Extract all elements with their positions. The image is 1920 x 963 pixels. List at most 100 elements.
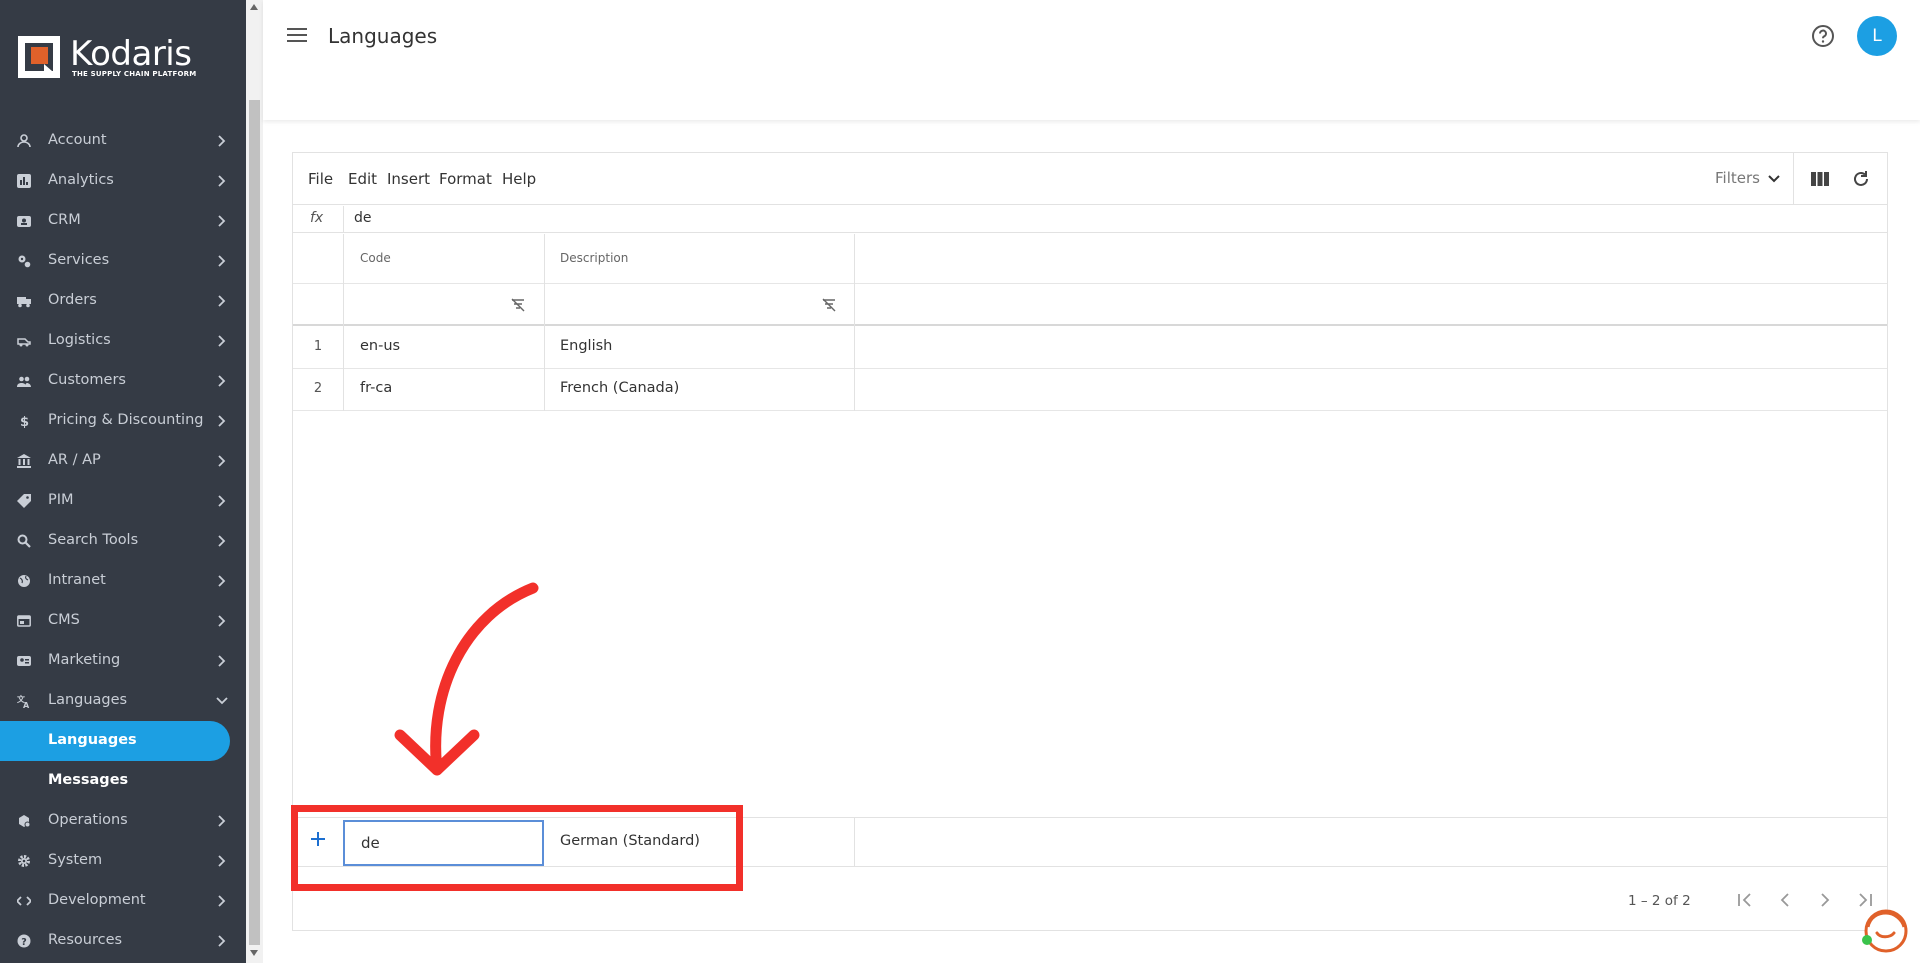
- cell-code[interactable]: fr-ca: [360, 380, 392, 396]
- sidebar-item-resources[interactable]: ? Resources: [0, 921, 246, 961]
- chevron-right-icon: [218, 175, 226, 187]
- people-icon: [17, 376, 31, 387]
- cms-icon: [17, 615, 31, 627]
- sidebar-item-label: AR / AP: [48, 452, 101, 468]
- sidebar-item-label: Pricing & Discounting: [48, 412, 204, 428]
- delivery-icon: [17, 338, 31, 347]
- annotation-highlight-box: [291, 805, 743, 891]
- cell-description[interactable]: French (Canada): [560, 380, 679, 396]
- sidebar-item-label: Account: [48, 132, 107, 148]
- marketing-icon: [17, 656, 31, 666]
- menu-format[interactable]: Format: [439, 170, 492, 188]
- sidebar-item-account[interactable]: Account: [0, 121, 246, 161]
- sidebar-item-label: Intranet: [48, 572, 106, 588]
- sidebar-subitem-languages[interactable]: Languages: [0, 721, 230, 761]
- help-circle-icon: ?: [17, 934, 31, 948]
- sidebar-item-analytics[interactable]: Analytics: [0, 161, 246, 201]
- page-title: Languages: [328, 24, 438, 48]
- sidebar-scrollbar[interactable]: [246, 0, 263, 963]
- sidebar-item-languages[interactable]: 文A Languages: [0, 681, 246, 721]
- sidebar-item-pim[interactable]: PIM: [0, 481, 246, 521]
- refresh-icon[interactable]: [1851, 169, 1871, 189]
- sidebar-item-marketing[interactable]: Marketing: [0, 641, 246, 681]
- sidebar-item-operations[interactable]: Operations: [0, 801, 246, 841]
- sidebar-subitem-label: Messages: [48, 772, 129, 788]
- kodaris-logo[interactable]: Kodaris THE SUPPLY CHAIN PLATFORM: [18, 34, 208, 80]
- sidebar-item-label: Search Tools: [48, 532, 139, 548]
- gear-icon: [18, 855, 30, 867]
- filter-off-icon[interactable]: [511, 298, 525, 312]
- menu-file[interactable]: File: [308, 170, 333, 188]
- sidebar-item-search-tools[interactable]: Search Tools: [0, 521, 246, 561]
- formula-label: fx: [310, 210, 324, 226]
- grid-menubar: File Edit Insert Format Help Filters: [293, 153, 1887, 205]
- menu-edit[interactable]: Edit: [348, 170, 377, 188]
- help-icon[interactable]: [1811, 24, 1835, 48]
- cell-description[interactable]: English: [560, 338, 612, 354]
- column-header-description[interactable]: Description: [560, 251, 628, 265]
- chevron-down-icon[interactable]: [1768, 175, 1780, 183]
- formula-input[interactable]: de: [354, 210, 372, 226]
- chevron-right-icon: [218, 895, 226, 907]
- sidebar-item-label: System: [48, 852, 103, 868]
- scroll-up-arrow-icon[interactable]: [250, 4, 258, 10]
- avatar[interactable]: L: [1857, 16, 1897, 56]
- sidebar-item-pricing[interactable]: $ Pricing & Discounting: [0, 401, 246, 441]
- filter-off-icon[interactable]: [822, 298, 836, 312]
- sidebar-item-system[interactable]: System: [0, 841, 246, 881]
- sidebar-item-logistics[interactable]: Logistics: [0, 321, 246, 361]
- column-header-code[interactable]: Code: [360, 251, 391, 265]
- sidebar-item-ar-ap[interactable]: AR / AP: [0, 441, 246, 481]
- sidebar-item-crm[interactable]: CRM: [0, 201, 246, 241]
- sidebar-item-orders[interactable]: Orders: [0, 281, 246, 321]
- bank-icon: [17, 454, 31, 468]
- chart-icon: [17, 174, 31, 188]
- previous-page-icon[interactable]: [1776, 891, 1794, 909]
- sidebar-item-development[interactable]: Development: [0, 881, 246, 921]
- columns-icon[interactable]: [1811, 171, 1829, 187]
- hamburger-menu-icon[interactable]: [287, 27, 307, 43]
- sidebar-item-cms[interactable]: CMS: [0, 601, 246, 641]
- filters-button[interactable]: Filters: [1715, 169, 1760, 187]
- operations-icon: [19, 815, 31, 828]
- grid-line: [854, 234, 855, 411]
- search-icon: [17, 534, 31, 548]
- menu-help[interactable]: Help: [502, 170, 536, 188]
- chevron-right-icon: [218, 135, 226, 147]
- sidebar-item-customers[interactable]: Customers: [0, 361, 246, 401]
- sidebar: Kodaris THE SUPPLY CHAIN PLATFORM Accoun…: [0, 0, 246, 963]
- sidebar-item-label: Operations: [48, 812, 128, 828]
- svg-text:?: ?: [21, 937, 27, 948]
- formula-bar: fx de: [293, 206, 1887, 233]
- sidebar-item-label: Resources: [48, 932, 123, 948]
- first-page-icon[interactable]: [1736, 891, 1754, 909]
- tag-icon: [17, 494, 31, 508]
- menu-insert[interactable]: Insert: [387, 170, 430, 188]
- sidebar-item-intranet[interactable]: Intranet: [0, 561, 246, 601]
- chat-support-icon[interactable]: [1858, 905, 1908, 955]
- chevron-right-icon: [218, 615, 226, 627]
- truck-icon: [17, 297, 31, 308]
- sidebar-item-label: Languages: [48, 692, 128, 708]
- online-status-indicator: [1862, 935, 1872, 945]
- brand-tagline: THE SUPPLY CHAIN PLATFORM: [72, 70, 197, 78]
- chevron-right-icon: [218, 215, 226, 227]
- scroll-down-arrow-icon[interactable]: [250, 950, 258, 956]
- sidebar-item-label: Customers: [48, 372, 126, 388]
- chevron-right-icon: [218, 295, 226, 307]
- sidebar-item-services[interactable]: Services: [0, 241, 246, 281]
- table-row[interactable]: 1 en-us English: [293, 327, 1887, 369]
- next-page-icon[interactable]: [1816, 891, 1834, 909]
- sidebar-item-label: Development: [48, 892, 146, 908]
- toolbar-divider: [1793, 153, 1794, 205]
- chevron-right-icon: [218, 495, 226, 507]
- sidebar-item-label: Marketing: [48, 652, 121, 668]
- table-row[interactable]: 2 fr-ca French (Canada): [293, 369, 1887, 411]
- sidebar-subitem-messages[interactable]: Messages: [0, 761, 246, 801]
- scrollbar-thumb[interactable]: [249, 100, 260, 945]
- chevron-right-icon: [218, 855, 226, 867]
- cell-code[interactable]: en-us: [360, 338, 400, 354]
- sidebar-item-label: PIM: [48, 492, 74, 508]
- sidebar-item-label: Services: [48, 252, 110, 268]
- dollar-icon: $: [20, 415, 29, 428]
